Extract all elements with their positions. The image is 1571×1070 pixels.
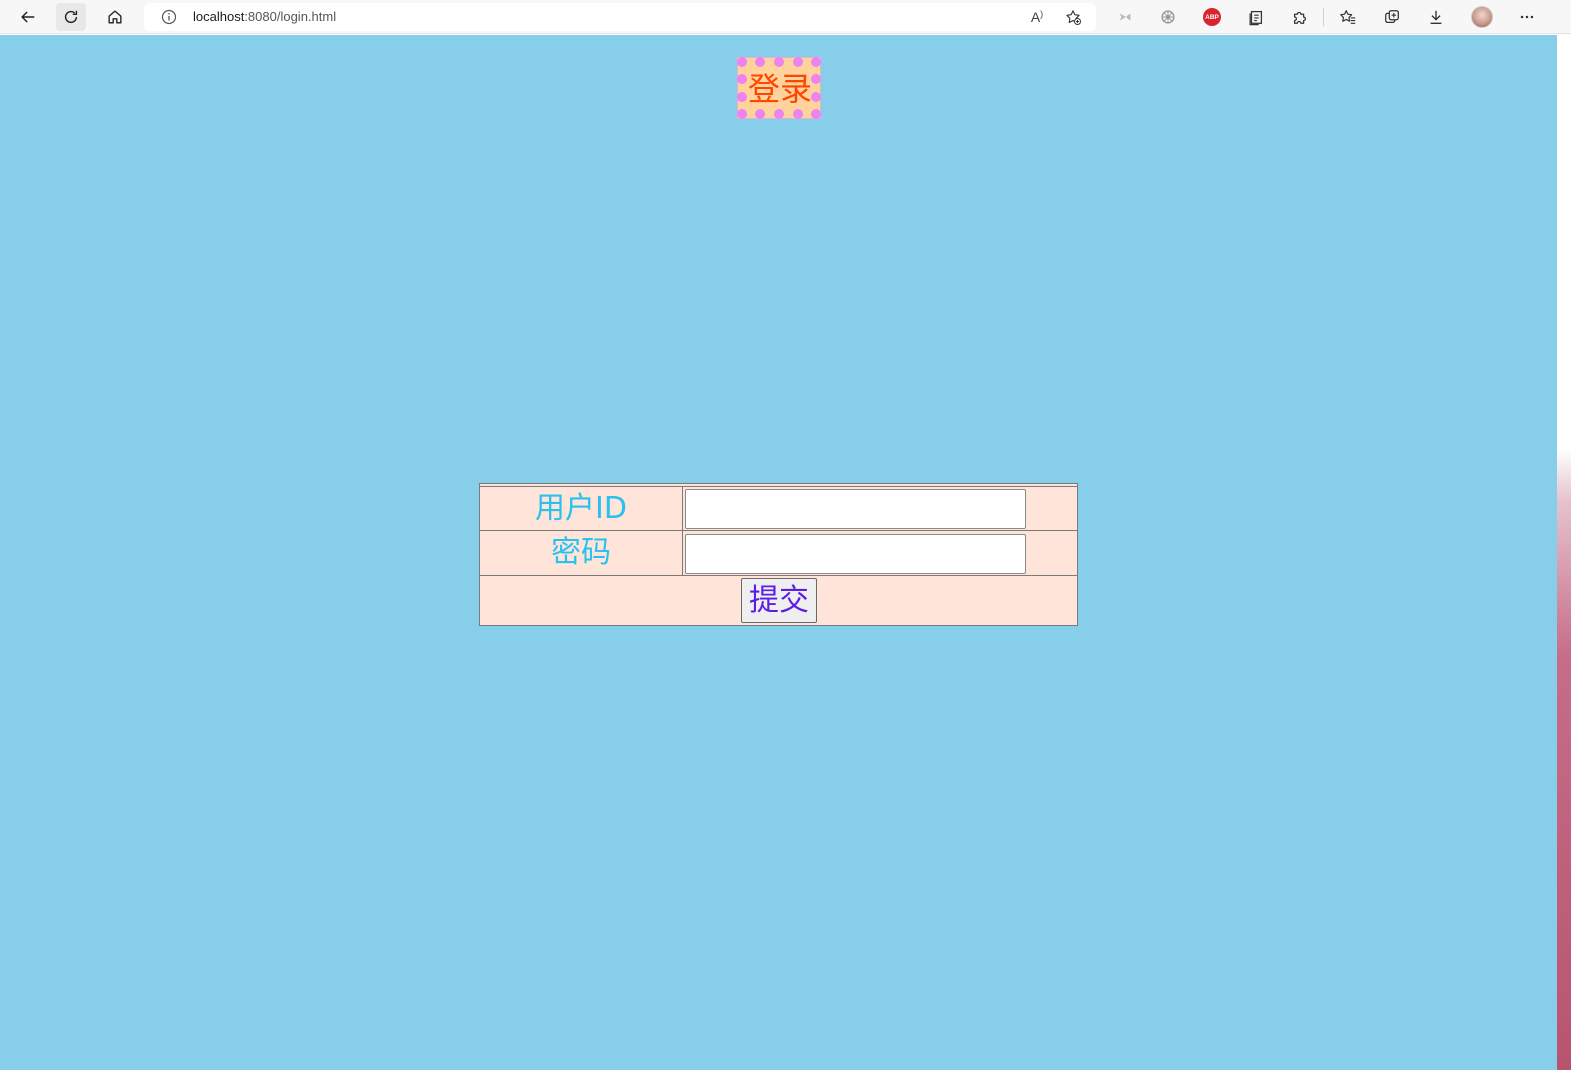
avatar <box>1471 6 1493 28</box>
profile-button[interactable] <box>1467 3 1497 31</box>
downloads-button[interactable] <box>1421 3 1451 31</box>
reading-view-button[interactable] <box>1241 3 1271 31</box>
more-dots-icon <box>1520 15 1534 19</box>
submit-button[interactable]: 提交 <box>741 578 817 623</box>
refresh-icon <box>64 10 78 24</box>
bird-icon <box>1119 13 1131 21</box>
password-label: 密码 <box>551 535 611 570</box>
settings-menu-button[interactable] <box>1512 3 1542 31</box>
favorites-button[interactable] <box>1333 3 1363 31</box>
document-icon <box>1249 10 1263 26</box>
extensions-button[interactable] <box>1285 3 1315 31</box>
collections-icon <box>1385 10 1399 24</box>
home-icon <box>108 10 122 24</box>
favorites-icon <box>1340 10 1356 24</box>
login-form-table: 用户ID 密码 提交 <box>479 483 1078 626</box>
table-row-divider <box>480 575 1077 576</box>
table-column-divider <box>682 486 683 575</box>
user-id-input[interactable] <box>685 489 1026 529</box>
cog-icon <box>1161 10 1175 24</box>
download-icon <box>1430 10 1442 24</box>
login-title-box: 登录 <box>737 57 821 119</box>
page-title: 登录 <box>747 70 812 108</box>
window-edge-background <box>1557 35 1571 1070</box>
url-path: :8080/login.html <box>244 9 337 24</box>
url-host: localhost <box>193 9 245 24</box>
adblock-button[interactable]: ABP <box>1197 3 1227 31</box>
info-icon[interactable] <box>160 8 178 26</box>
arrow-left-icon <box>21 11 35 23</box>
puzzle-icon <box>1293 11 1307 24</box>
toolbar-divider <box>1323 8 1324 26</box>
adblock-icon: ABP <box>1203 8 1221 26</box>
read-aloud-icon[interactable]: A) <box>1026 7 1048 27</box>
extension-bird-button[interactable] <box>1110 3 1140 31</box>
home-button[interactable] <box>100 3 130 31</box>
browser-toolbar: localhost:8080/login.html A) ABP <box>0 0 1571 34</box>
address-bar[interactable]: localhost:8080/login.html A) <box>144 3 1096 31</box>
password-input[interactable] <box>685 534 1026 574</box>
extension-gear-button[interactable] <box>1153 3 1183 31</box>
page-viewport: 登录 用户ID 密码 提交 <box>0 35 1557 1070</box>
user-id-label: 用户ID <box>535 490 627 526</box>
read-aloud-label: A <box>1030 9 1041 25</box>
add-favorite-icon[interactable] <box>1062 7 1084 27</box>
url-text[interactable]: localhost:8080/login.html <box>193 9 336 24</box>
collections-button[interactable] <box>1377 3 1407 31</box>
refresh-button[interactable] <box>56 3 86 31</box>
back-button[interactable] <box>13 3 43 31</box>
